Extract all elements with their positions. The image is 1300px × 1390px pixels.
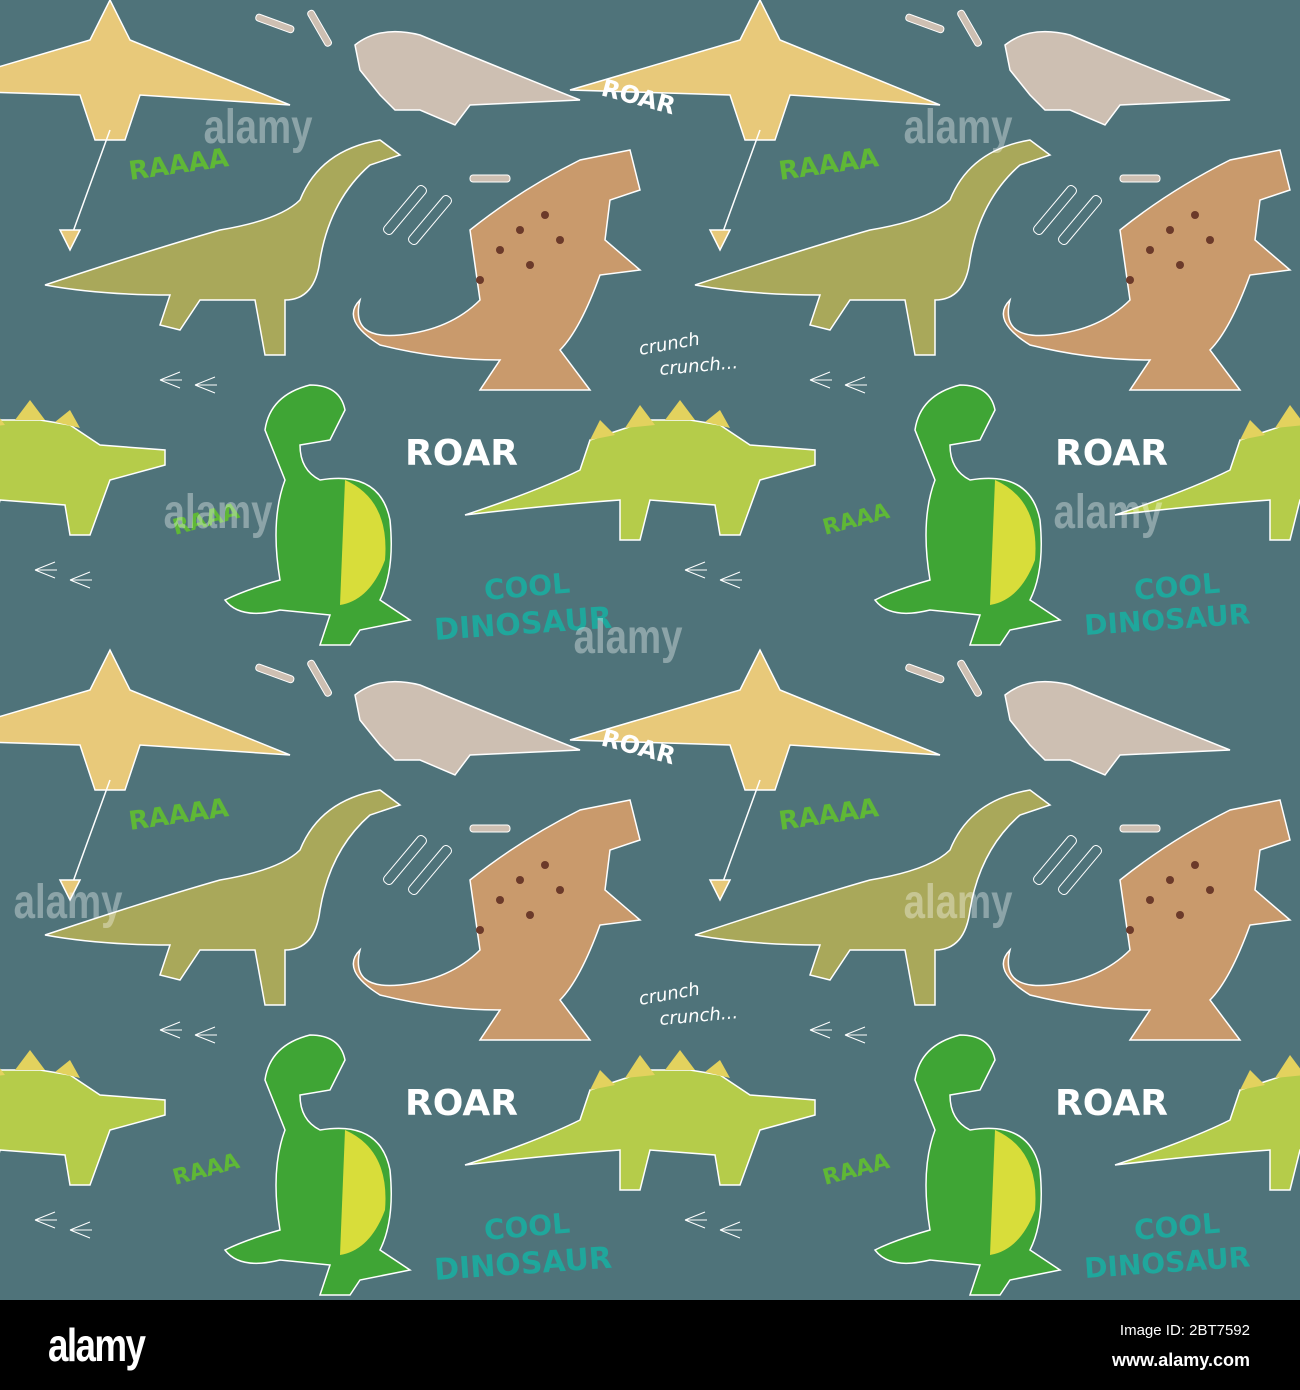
roar-text: ROAR bbox=[1055, 433, 1168, 474]
watermark: alamy bbox=[573, 611, 683, 664]
alamy-logo: alamy bbox=[48, 1319, 146, 1371]
watermark: alamy bbox=[203, 101, 313, 154]
roar-text: ROAR bbox=[405, 1083, 518, 1124]
roar-text: ROAR bbox=[1055, 1083, 1168, 1124]
stock-image: ROAR ROAR RAAAA RAAA crunch crunch... CO… bbox=[0, 0, 1300, 1390]
watermark: alamy bbox=[1053, 486, 1163, 539]
watermark: alamy bbox=[903, 101, 1013, 154]
image-id: Image ID: 2BT7592 bbox=[1119, 1322, 1250, 1339]
roar-text: ROAR bbox=[405, 433, 518, 474]
website-url: www.alamy.com bbox=[1111, 1350, 1250, 1370]
watermark: alamy bbox=[13, 876, 123, 929]
footer-bar: alamy Image ID: 2BT7592 www.alamy.com bbox=[0, 1300, 1300, 1390]
watermark: alamy bbox=[163, 486, 273, 539]
watermark: alamy bbox=[903, 876, 1013, 929]
